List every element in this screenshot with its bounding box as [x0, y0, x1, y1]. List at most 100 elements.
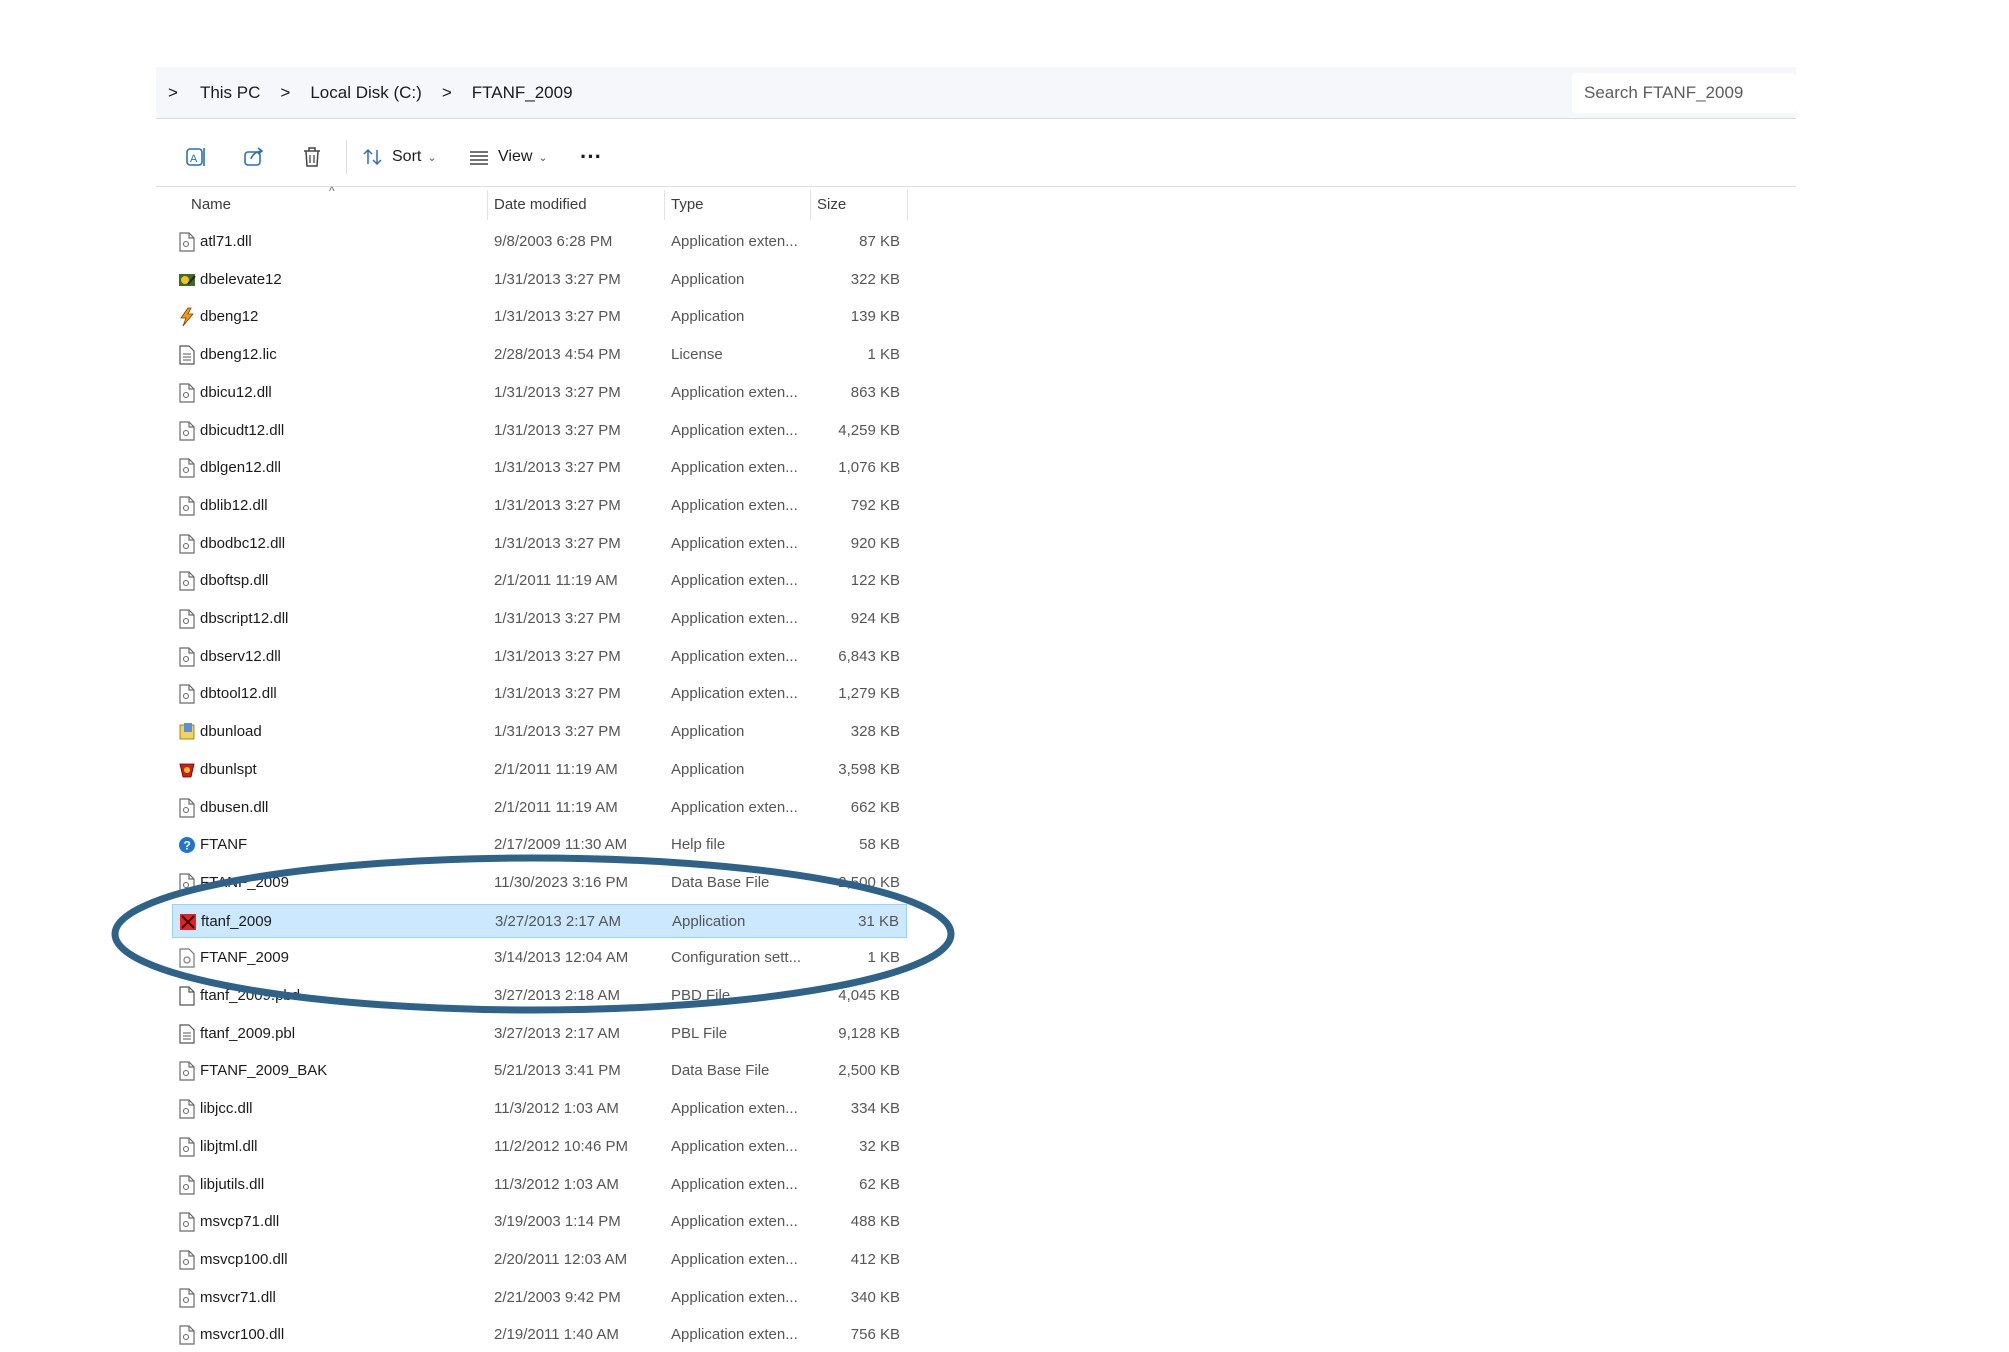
column-divider[interactable] [664, 190, 665, 220]
file-date-modified: 11/2/2012 10:46 PM [494, 1137, 628, 1155]
file-row[interactable]: dbusen.dll 2/1/2011 11:19 AM Application e… [172, 791, 907, 825]
rename-icon[interactable]: A [182, 143, 210, 171]
file-type: Application exten... [671, 421, 798, 439]
file-type: Data Base File [671, 1062, 770, 1080]
file-type: Application exten... [671, 233, 798, 250]
file-date-modified: 3/27/2013 2:17 AM [495, 912, 621, 930]
search-input[interactable]: Search FTANF_2009 [1584, 83, 1743, 103]
column-header-size[interactable]: Size [817, 192, 846, 218]
column-header-date[interactable]: Date modified [494, 192, 587, 218]
file-type: Application [671, 723, 745, 741]
sort-button[interactable]: Sort ⌄ [362, 141, 437, 173]
file-row[interactable]: libjtml.dll 11/2/2012 10:46 PM Application… [172, 1130, 907, 1164]
file-date-modified: 3/27/2013 2:17 AM [494, 1024, 620, 1042]
view-button[interactable]: View ⌄ [468, 141, 548, 173]
file-type: Configuration sett... [671, 949, 802, 967]
file-type: Application exten... [671, 459, 798, 477]
column-divider[interactable] [810, 190, 811, 220]
file-row[interactable]: dbeng12.lic 2/28/2013 4:54 PM License 1 KB [172, 338, 907, 372]
file-row[interactable]: dboftsp.dll 2/1/2011 11:19 AM Application … [172, 564, 907, 598]
file-date-modified: 3/19/2003 1:14 PM [494, 1213, 621, 1231]
file-row[interactable]: dbserv12.dll 1/31/2013 3:27 PM Application… [172, 640, 907, 674]
file-date-modified: 2/21/2003 9:42 PM [494, 1288, 621, 1306]
column-header-type[interactable]: Type [671, 192, 704, 218]
breadcrumb-separator-icon[interactable]: > [280, 83, 290, 103]
file-name: msvcp71.dll [200, 1213, 280, 1231]
file-size: 662 KB [850, 798, 900, 816]
breadcrumb-current-folder[interactable]: FTANF_2009 [466, 83, 579, 103]
file-row[interactable]: ftanf_2009.pbd 3/27/2013 2:18 AM PBD File 4… [172, 979, 907, 1013]
file-row[interactable]: dbeng12 1/31/2013 3:27 PM Application 139 K… [172, 300, 907, 334]
file-size: 322 KB [850, 270, 900, 288]
file-size: 1 KB [867, 346, 900, 364]
file-row[interactable]: FTANF_2009 3/14/2013 12:04 AM Configuratio… [172, 941, 907, 975]
file-row[interactable]: atl71.dll 9/8/2003 6:28 PM Application ext… [172, 225, 907, 259]
file-date-modified: 1/31/2013 3:27 PM [494, 270, 621, 288]
file-row[interactable]: dbtool12.dll 1/31/2013 3:27 PM Application… [172, 677, 907, 711]
file-size: 334 KB [850, 1100, 900, 1118]
file-name: dbeng12.lic [200, 346, 277, 364]
file-row[interactable]: msvcp71.dll 3/19/2003 1:14 PM Application … [172, 1205, 907, 1239]
breadcrumb-local-disk[interactable]: Local Disk (C:) [304, 83, 427, 103]
file-date-modified: 11/30/2023 3:16 PM [494, 873, 628, 891]
file-name: dbunlspt [200, 760, 257, 778]
file-type: Application exten... [671, 572, 798, 590]
share-icon[interactable] [240, 143, 268, 171]
file-row[interactable]: dbunlspt 2/1/2011 11:19 AM Application 3,59… [172, 753, 907, 787]
file-date-modified: 2/20/2011 12:03 AM [494, 1250, 628, 1268]
file-row[interactable]: dblib12.dll 1/31/2013 3:27 PM Application … [172, 489, 907, 523]
dll-file-icon [178, 873, 196, 893]
file-row[interactable]: dbunload 1/31/2013 3:27 PM Application 328 … [172, 715, 907, 749]
breadcrumb-chevron-icon[interactable]: > [168, 83, 178, 103]
file-row[interactable]: libjutils.dll 11/3/2012 1:03 AM Applicatio… [172, 1168, 907, 1202]
file-date-modified: 9/8/2003 6:28 PM [494, 233, 613, 250]
file-type: Application exten... [671, 496, 798, 514]
address-bar[interactable]: > This PC > Local Disk (C:) > FTANF_2009… [156, 67, 1796, 119]
file-row[interactable]: msvcr71.dll 2/21/2003 9:42 PM Application … [172, 1281, 907, 1315]
file-size: 58 KB [859, 836, 900, 854]
file-row[interactable]: dbicu12.dll 1/31/2013 3:27 PM Application … [172, 376, 907, 410]
file-name: dblib12.dll [200, 496, 268, 514]
sort-indicator-icon: ^ [329, 184, 335, 198]
column-divider[interactable] [907, 190, 908, 220]
dll-file-icon [178, 1250, 196, 1270]
column-header-name[interactable]: Name [191, 192, 231, 218]
file-row[interactable]: ftanf_2009.pbl 3/27/2013 2:17 AM PBL File 9… [172, 1017, 907, 1051]
file-row[interactable]: dblgen12.dll 1/31/2013 3:27 PM Application… [172, 451, 907, 485]
dll-file-icon [178, 571, 196, 591]
file-row[interactable]: dbelevate12 1/31/2013 3:27 PM Application 3… [172, 263, 907, 297]
breadcrumb: > This PC > Local Disk (C:) > FTANF_2009 [156, 67, 1556, 119]
breadcrumb-separator-icon[interactable]: > [442, 83, 452, 103]
file-size: 1,076 KB [838, 459, 900, 477]
file-type: Application exten... [671, 1288, 798, 1306]
file-name: dbicudt12.dll [200, 421, 285, 439]
search-box[interactable]: Search FTANF_2009 [1572, 73, 1796, 113]
file-type: Application exten... [671, 1250, 798, 1268]
trash-icon[interactable] [298, 143, 326, 171]
file-row[interactable]: FTANF_2009_BAK 5/21/2013 3:41 PM Data Base… [172, 1054, 907, 1088]
file-type: Data Base File [671, 873, 770, 891]
file-row[interactable]: msvcr100.dll 2/19/2011 1:40 AM Application… [172, 1318, 907, 1352]
file-row[interactable]: ? FTANF 2/17/2009 11:30 AM Help file 58 KB [172, 828, 907, 862]
file-row[interactable]: dbodbc12.dll 1/31/2013 3:27 PM Application… [172, 527, 907, 561]
file-name: FTANF [200, 836, 248, 854]
file-name: dblgen12.dll [200, 459, 281, 477]
file-row[interactable]: FTANF_2009 11/30/2023 3:16 PM Data Base Fi… [172, 866, 907, 900]
chevron-down-icon: ⌄ [427, 151, 437, 164]
file-name: libjcc.dll [200, 1100, 253, 1118]
file-size: 4,259 KB [838, 421, 900, 439]
file-size: 1,279 KB [838, 685, 900, 703]
column-divider[interactable] [487, 190, 488, 220]
breadcrumb-this-pc[interactable]: This PC [194, 83, 266, 103]
file-row[interactable]: msvcp100.dll 2/20/2011 12:03 AM Applicatio… [172, 1243, 907, 1277]
file-row[interactable]: ftanf_2009 3/27/2013 2:17 AM Application 31… [172, 903, 907, 938]
file-row[interactable]: libjcc.dll 11/3/2012 1:03 AM Application e… [172, 1092, 907, 1126]
file-name: dbelevate12 [200, 270, 282, 288]
file-size: 32 KB [859, 1137, 900, 1155]
more-options-button[interactable]: ··· [580, 141, 602, 173]
file-size: 328 KB [850, 723, 900, 741]
file-row[interactable]: dbscript12.dll 1/31/2013 3:27 PM Applicati… [172, 602, 907, 636]
file-date-modified: 11/3/2012 1:03 AM [494, 1100, 619, 1118]
file-row[interactable]: dbicudt12.dll 1/31/2013 3:27 PM Applicatio… [172, 414, 907, 448]
file-name: dbeng12 [200, 308, 259, 326]
